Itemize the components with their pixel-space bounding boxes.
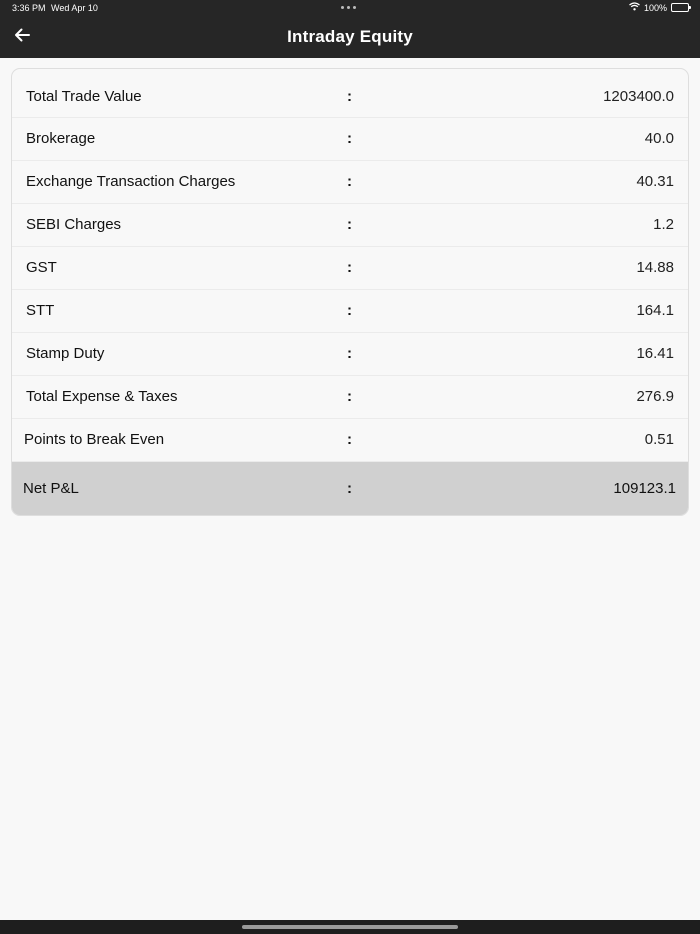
row-label: Points to Break Even bbox=[24, 431, 165, 448]
page-title: Intraday Equity bbox=[287, 27, 413, 46]
status-time: 3:36 PM bbox=[12, 3, 46, 13]
row-points-to-break-even: Points to Break Even : 0.51 bbox=[12, 419, 688, 462]
row-separator: : bbox=[347, 173, 352, 190]
wifi-icon bbox=[629, 2, 640, 13]
row-total-expense-taxes: Total Expense & Taxes : 276.9 bbox=[12, 376, 688, 419]
row-gst: GST : 14.88 bbox=[12, 247, 688, 290]
nav-bar: Intraday Equity bbox=[0, 17, 700, 58]
row-label: Exchange Transaction Charges bbox=[26, 173, 236, 190]
status-date: Wed Apr 10 bbox=[51, 3, 98, 13]
row-total-trade-value: Total Trade Value : 1203400.0 bbox=[12, 69, 688, 118]
row-separator: : bbox=[347, 88, 352, 105]
row-separator: : bbox=[347, 130, 352, 147]
row-separator: : bbox=[347, 259, 352, 276]
multitasking-dots-icon[interactable] bbox=[341, 6, 356, 9]
row-label: GST bbox=[26, 259, 57, 276]
row-value: 40.31 bbox=[636, 173, 674, 190]
row-value: 14.88 bbox=[636, 259, 674, 276]
bottom-bar bbox=[0, 920, 700, 934]
row-separator: : bbox=[347, 431, 352, 448]
row-brokerage: Brokerage : 40.0 bbox=[12, 118, 688, 161]
row-separator: : bbox=[347, 302, 352, 319]
row-value: 1.2 bbox=[653, 216, 674, 233]
row-stamp-duty: Stamp Duty : 16.41 bbox=[12, 333, 688, 376]
row-value: 40.0 bbox=[644, 130, 674, 147]
row-separator: : bbox=[347, 480, 352, 497]
net-pnl-value: 109123.1 bbox=[613, 480, 676, 497]
battery-icon bbox=[671, 3, 691, 12]
home-indicator[interactable] bbox=[242, 925, 458, 929]
row-sebi-charges: SEBI Charges : 1.2 bbox=[12, 204, 688, 247]
row-separator: : bbox=[347, 388, 352, 405]
status-right: 100% bbox=[629, 2, 691, 13]
charges-card: Total Trade Value : 1203400.0 Brokerage … bbox=[11, 68, 689, 516]
row-net-pnl: Net P&L : 109123.1 bbox=[12, 462, 688, 515]
row-label: STT bbox=[26, 302, 55, 319]
row-value: 16.41 bbox=[636, 345, 674, 362]
row-value: 1203400.0 bbox=[603, 88, 674, 105]
status-bar: 3:36 PM Wed Apr 10 100% bbox=[0, 0, 700, 17]
row-separator: : bbox=[347, 345, 352, 362]
row-label: Total Trade Value bbox=[26, 88, 142, 105]
row-exchange-transaction-charges: Exchange Transaction Charges : 40.31 bbox=[12, 161, 688, 204]
net-pnl-label: Net P&L bbox=[23, 480, 79, 497]
row-label: Stamp Duty bbox=[26, 345, 105, 362]
battery-percent: 100% bbox=[643, 2, 667, 13]
row-value: 0.51 bbox=[644, 431, 674, 448]
row-label: Brokerage bbox=[26, 130, 96, 147]
row-label: SEBI Charges bbox=[26, 216, 122, 233]
row-stt: STT : 164.1 bbox=[12, 290, 688, 333]
row-label: Total Expense & Taxes bbox=[26, 388, 178, 405]
row-value: 276.9 bbox=[636, 388, 674, 405]
row-value: 164.1 bbox=[636, 302, 674, 319]
row-separator: : bbox=[347, 216, 352, 233]
